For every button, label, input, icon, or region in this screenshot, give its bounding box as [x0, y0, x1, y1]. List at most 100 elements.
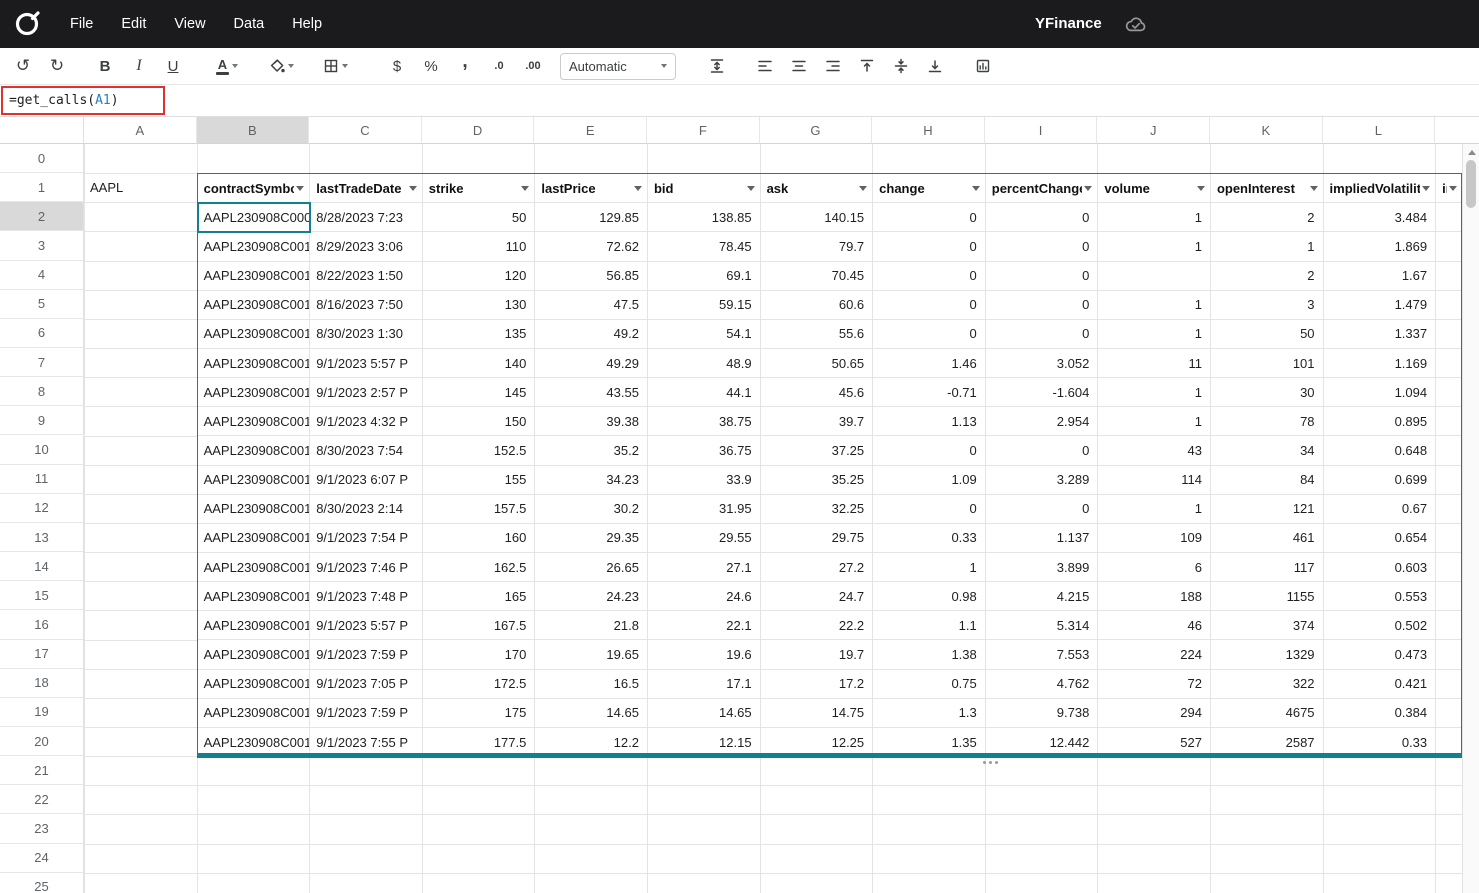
table-cell[interactable]: 4.762	[986, 670, 1099, 698]
select-all-corner[interactable]	[0, 117, 84, 144]
table-resize-handle[interactable]	[983, 761, 998, 764]
table-cell[interactable]: 8/28/2023 7:23	[310, 203, 423, 231]
table-cell[interactable]: 54.1	[648, 320, 761, 348]
column-header-G[interactable]: G	[760, 117, 873, 144]
table-cell[interactable]: 461	[1211, 524, 1324, 552]
table-cell[interactable]: 9/1/2023 4:32 P	[310, 407, 423, 435]
table-cell[interactable]: 0	[986, 232, 1099, 260]
row-header-16[interactable]: 16	[0, 610, 84, 639]
column-dropdown-icon[interactable]	[1310, 186, 1318, 191]
table-header-lastPrice[interactable]: lastPrice	[535, 174, 648, 202]
table-cell[interactable]: 19.7	[761, 640, 874, 668]
table-cell[interactable]	[1436, 262, 1463, 290]
table-cell[interactable]: 224	[1098, 640, 1211, 668]
row-header-13[interactable]: 13	[0, 523, 84, 552]
table-cell[interactable]	[1436, 611, 1463, 639]
table-cell[interactable]: 1329	[1211, 640, 1324, 668]
table-cell[interactable]: 29.75	[761, 524, 874, 552]
table-cell[interactable]: AAPL230908C00110000	[198, 232, 311, 260]
app-logo-icon[interactable]	[14, 11, 40, 37]
row-header-14[interactable]: 14	[0, 552, 84, 581]
table-cell[interactable]: AAPL230908C00155000	[198, 466, 311, 494]
table-cell[interactable]: 0	[986, 320, 1099, 348]
column-header-D[interactable]: D	[422, 117, 535, 144]
column-header-L[interactable]: L	[1323, 117, 1436, 144]
menu-help[interactable]: Help	[278, 0, 336, 48]
table-cell[interactable]: 31.95	[648, 495, 761, 523]
table-cell[interactable]	[1436, 553, 1463, 581]
currency-format-button[interactable]: $	[382, 52, 412, 80]
table-cell[interactable]: 19.6	[648, 640, 761, 668]
table-cell[interactable]: 101	[1211, 349, 1324, 377]
column-dropdown-icon[interactable]	[296, 186, 304, 191]
table-cell[interactable]: 0	[986, 436, 1099, 464]
table-cell[interactable]	[1436, 349, 1463, 377]
table-header-ask[interactable]: ask	[761, 174, 874, 202]
table-cell[interactable]	[1436, 670, 1463, 698]
table-cell[interactable]: 0	[873, 262, 986, 290]
table-cell[interactable]: 167.5	[423, 611, 536, 639]
table-cell[interactable]: 8/22/2023 1:50	[310, 262, 423, 290]
table-cell[interactable]: 14.75	[761, 699, 874, 727]
text-color-button[interactable]: A	[206, 52, 248, 80]
table-cell[interactable]: 3.899	[986, 553, 1099, 581]
table-cell[interactable]: -0.71	[873, 378, 986, 406]
table-cell[interactable]: 0.553	[1324, 582, 1437, 610]
table-cell[interactable]: 17.1	[648, 670, 761, 698]
table-cell[interactable]: AAPL230908C00145000	[198, 378, 311, 406]
table-header-change[interactable]: change	[873, 174, 986, 202]
table-cell[interactable]	[1436, 407, 1463, 435]
table-cell[interactable]: 2.954	[986, 407, 1099, 435]
column-dropdown-icon[interactable]	[859, 186, 867, 191]
table-cell[interactable]: 24.7	[761, 582, 874, 610]
table-cell[interactable]	[1436, 466, 1463, 494]
table-cell[interactable]: 121	[1211, 495, 1324, 523]
table-cell[interactable]: 152.5	[423, 436, 536, 464]
table-cell[interactable]: 1	[1098, 495, 1211, 523]
table-cell[interactable]	[1436, 524, 1463, 552]
table-cell[interactable]: 43.55	[535, 378, 648, 406]
table-cell[interactable]: 0	[986, 495, 1099, 523]
scrollbar-thumb[interactable]	[1466, 160, 1476, 208]
table-cell[interactable]: 0.603	[1324, 553, 1437, 581]
table-cell[interactable]	[1436, 291, 1463, 319]
table-cell[interactable]	[1436, 203, 1463, 231]
column-dropdown-icon[interactable]	[972, 186, 980, 191]
table-cell[interactable]: 44.1	[648, 378, 761, 406]
column-header-E[interactable]: E	[534, 117, 647, 144]
table-cell[interactable]: 5.314	[986, 611, 1099, 639]
table-cell[interactable]: 1155	[1211, 582, 1324, 610]
table-cell[interactable]: 170	[423, 640, 536, 668]
table-cell[interactable]	[1436, 582, 1463, 610]
table-header-volume[interactable]: volume	[1098, 174, 1211, 202]
table-cell[interactable]: 9/1/2023 2:57 P	[310, 378, 423, 406]
table-cell[interactable]: 1	[1098, 378, 1211, 406]
table-cell[interactable]	[1436, 699, 1463, 727]
table-cell[interactable]: 32.25	[761, 495, 874, 523]
table-cell[interactable]: 0.473	[1324, 640, 1437, 668]
table-cell[interactable]: 84	[1211, 466, 1324, 494]
bold-button[interactable]: B	[90, 52, 120, 80]
table-cell[interactable]: 60.6	[761, 291, 874, 319]
table-cell[interactable]: 9/1/2023 7:59 P	[310, 640, 423, 668]
insert-chart-button[interactable]	[968, 52, 998, 80]
table-cell[interactable]: 59.15	[648, 291, 761, 319]
table-cell[interactable]: 0.33	[873, 524, 986, 552]
fill-color-button[interactable]	[260, 52, 302, 80]
valign-bottom-button[interactable]	[920, 52, 950, 80]
table-cell[interactable]: 3.484	[1324, 203, 1437, 231]
table-cell[interactable]: 6	[1098, 553, 1211, 581]
table-cell[interactable]: 1.337	[1324, 320, 1437, 348]
column-dropdown-icon[interactable]	[409, 186, 417, 191]
table-cell[interactable]: 0	[873, 495, 986, 523]
table-cell[interactable]: 47.5	[535, 291, 648, 319]
table-cell[interactable]: 22.2	[761, 611, 874, 639]
table-cell[interactable]: -1.604	[986, 378, 1099, 406]
table-cell[interactable]: 48.9	[648, 349, 761, 377]
column-dropdown-icon[interactable]	[1449, 186, 1457, 191]
table-cell[interactable]: 294	[1098, 699, 1211, 727]
menu-view[interactable]: View	[160, 0, 219, 48]
table-cell[interactable]: 175	[423, 699, 536, 727]
table-cell[interactable]: 0	[986, 291, 1099, 319]
column-header-A[interactable]: A	[84, 117, 197, 144]
